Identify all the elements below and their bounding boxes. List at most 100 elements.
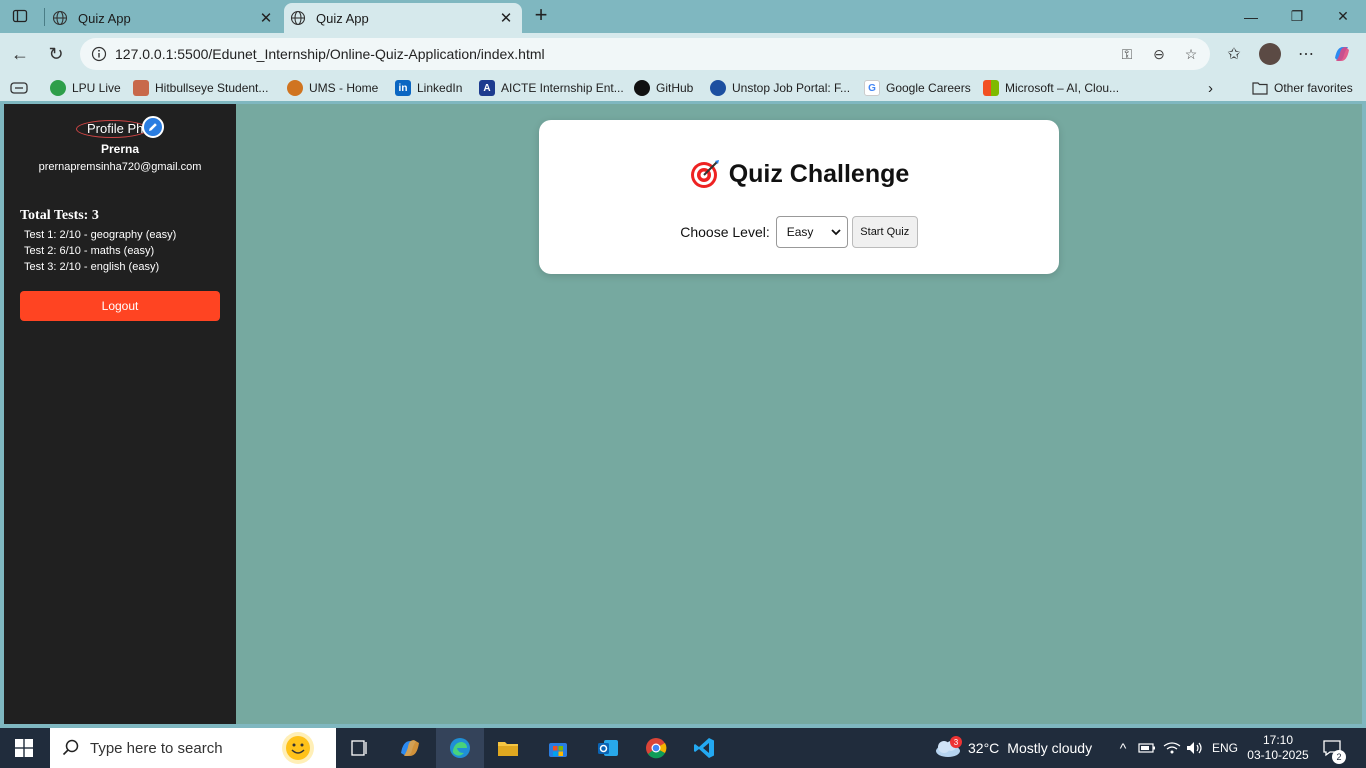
bookmark-unstop[interactable]: Unstop Job Portal: F... [710, 79, 850, 97]
bookmark-microsoft[interactable]: Microsoft – AI, Clou... [983, 79, 1119, 97]
profile-photo: Profile Photo [76, 120, 148, 138]
browser-tab-bar: Quiz App ✕ Quiz App ✕ + — ❐ ✕ [0, 0, 1366, 33]
profile-photo-alt-text: Profile Photo [87, 121, 147, 136]
copilot-icon[interactable] [1331, 43, 1353, 65]
lpu-live-icon [50, 80, 66, 96]
task-view-icon[interactable] [340, 728, 380, 768]
folder-icon [1252, 82, 1268, 95]
minimize-icon[interactable]: — [1228, 0, 1274, 33]
tab-divider [44, 8, 45, 26]
bookmark-aicte[interactable]: A AICTE Internship Ent... [479, 79, 624, 97]
bookmark-github[interactable]: GitHub [634, 79, 693, 97]
bookmark-google-careers[interactable]: G Google Careers [864, 79, 971, 97]
back-icon[interactable]: ← [8, 42, 32, 66]
bookmark-label: GitHub [656, 81, 694, 95]
clock-time: 17:10 [1262, 733, 1294, 747]
new-tab-icon[interactable]: + [530, 4, 552, 28]
weather-desc: Mostly cloudy [1007, 740, 1093, 756]
test-history-item: Test 3: 2/10 - english (easy) [24, 261, 160, 273]
linkedin-icon: in [395, 80, 411, 96]
bookmarks-overflow-chevron-icon[interactable]: › [1208, 79, 1213, 97]
bookmark-label: Unstop Job Portal: F... [732, 81, 851, 95]
notification-center[interactable]: 2 [1322, 728, 1346, 768]
bookmark-linkedin[interactable]: in LinkedIn [395, 79, 462, 97]
quiz-start-card: Quiz Challenge Choose Level: Easy Start … [539, 120, 1059, 274]
windows-taskbar: Type here to search 3 32°C Mostly cloudy… [0, 728, 1366, 768]
bookmark-label: UMS - Home [309, 81, 379, 95]
chrome-icon[interactable] [636, 728, 676, 768]
password-key-icon[interactable]: ⚿ [1118, 45, 1136, 63]
weather-alert-badge: 3 [950, 736, 962, 748]
tab-title: Quiz App [78, 10, 131, 26]
search-icon [62, 739, 79, 756]
url-text[interactable]: 127.0.0.1:5500/Edunet_Internship/Online-… [115, 46, 545, 62]
sun-smiley-icon [282, 732, 314, 764]
bookmark-lpu-live[interactable]: LPU Live [50, 79, 121, 97]
github-icon [634, 80, 650, 96]
copilot-taskbar-icon[interactable] [390, 728, 430, 768]
user-email: prernapremsinha720@gmail.com [38, 161, 202, 173]
tab-quiz-app-1[interactable]: Quiz App ✕ [46, 3, 282, 33]
close-window-icon[interactable]: ✕ [1320, 0, 1366, 33]
taskbar-search-box[interactable]: Type here to search [50, 728, 336, 768]
logout-button[interactable]: Logout [20, 291, 220, 321]
bookmark-label: Google Careers [886, 81, 971, 95]
page-title: Quiz Challenge [728, 159, 910, 188]
other-favorites-label: Other favorites [1274, 81, 1353, 95]
vscode-icon[interactable] [684, 728, 724, 768]
hitbullseye-icon [133, 80, 149, 96]
edit-profile-button[interactable] [142, 116, 164, 138]
favorites-icon[interactable]: ✩ [1223, 43, 1245, 65]
wifi-icon[interactable] [1163, 728, 1181, 768]
restore-icon[interactable]: ❐ [1274, 0, 1320, 33]
close-tab-icon[interactable]: ✕ [258, 10, 274, 27]
choose-level-label: Choose Level: [680, 224, 770, 240]
profile-avatar[interactable] [1259, 43, 1281, 65]
other-favorites[interactable]: Other favorites [1252, 79, 1353, 97]
level-row: Choose Level: Easy Start Quiz [539, 216, 1059, 248]
edge-taskbar-icon[interactable] [436, 728, 484, 768]
bookmark-bar-icon[interactable] [10, 79, 28, 97]
globe-icon [52, 10, 68, 26]
pencil-icon [149, 123, 157, 131]
bookmark-label: Microsoft – AI, Clou... [1005, 81, 1120, 95]
info-icon[interactable] [91, 46, 107, 62]
volume-icon[interactable] [1186, 728, 1204, 768]
clock[interactable]: 17:10 03-10-2025 [1246, 728, 1310, 768]
test-history-item: Test 1: 2/10 - geography (easy) [24, 229, 177, 241]
globe-icon [290, 10, 306, 26]
user-name: Prerna [100, 142, 140, 156]
ums-icon [287, 80, 303, 96]
address-bar[interactable]: 127.0.0.1:5500/Edunet_Internship/Online-… [80, 38, 1210, 70]
more-menu-icon[interactable]: ⋯ [1295, 43, 1317, 65]
test-history-list: Test 1: 2/10 - geography (easy) Test 2: … [24, 227, 176, 275]
chevron-up-icon[interactable]: ^ [1116, 728, 1130, 768]
zoom-out-icon[interactable]: ⊖ [1150, 45, 1168, 63]
aicte-icon: A [479, 80, 495, 96]
outlook-icon[interactable] [588, 728, 628, 768]
bookmark-ums-home[interactable]: UMS - Home [287, 79, 378, 97]
language-indicator[interactable]: ENG [1212, 728, 1238, 768]
bookmark-hitbullseye[interactable]: Hitbullseye Student... [133, 79, 268, 97]
close-tab-icon[interactable]: ✕ [498, 10, 514, 27]
tab-actions-icon[interactable] [6, 5, 34, 27]
browser-toolbar: ← ↻ 127.0.0.1:5500/Edunet_Internship/Onl… [0, 33, 1366, 75]
microsoft-store-icon[interactable] [538, 728, 578, 768]
weather-widget[interactable]: 3 32°C Mostly cloudy [934, 728, 1092, 768]
tab-quiz-app-2[interactable]: Quiz App ✕ [284, 3, 522, 33]
start-quiz-button[interactable]: Start Quiz [851, 216, 918, 248]
level-select[interactable]: Easy [775, 216, 848, 248]
windows-logo-icon [15, 739, 33, 757]
reload-icon[interactable]: ↻ [44, 42, 68, 66]
battery-icon[interactable] [1138, 728, 1156, 768]
clock-date: 03-10-2025 [1247, 748, 1309, 762]
tab-title: Quiz App [316, 10, 369, 26]
bookmarks-bar: LPU Live Hitbullseye Student... UMS - Ho… [0, 75, 1366, 101]
file-explorer-icon[interactable] [488, 728, 528, 768]
notification-count-badge: 2 [1332, 750, 1346, 764]
search-placeholder: Type here to search [90, 739, 223, 757]
start-button[interactable] [0, 728, 48, 768]
google-icon: G [864, 80, 880, 96]
total-tests: Total Tests: 3 [20, 208, 99, 223]
favorite-star-icon[interactable]: ☆ [1182, 45, 1200, 63]
